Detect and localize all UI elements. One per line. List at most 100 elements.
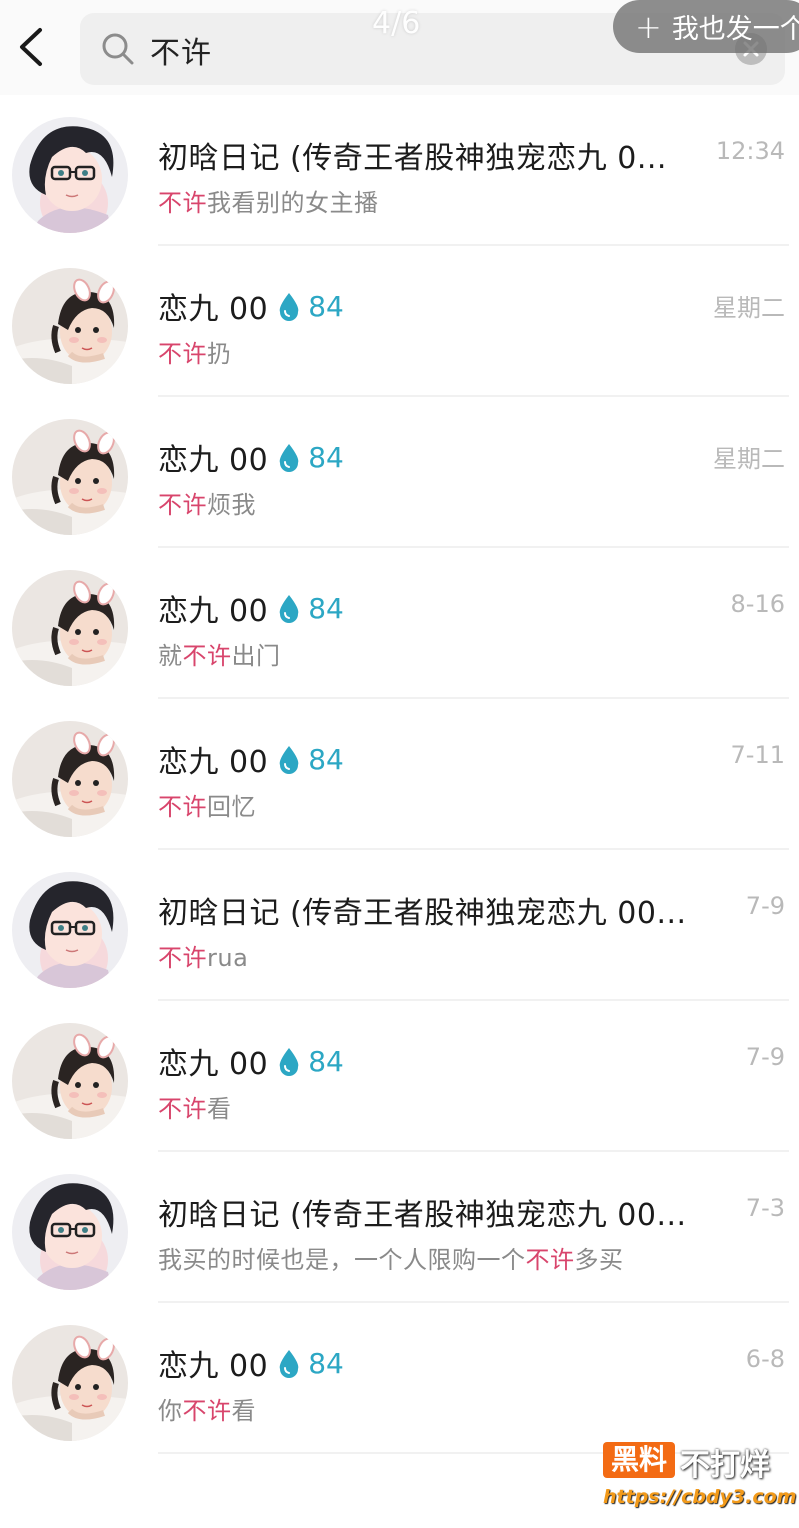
message-text-before: 你 [158, 1397, 183, 1425]
message-preview: 你不许看 [158, 1391, 256, 1426]
contact-name-row: 初晗日记 (传奇王者股神独宠恋九 00... [158, 1190, 687, 1234]
streak-count: 84 [308, 289, 344, 323]
watermark-badge: 黑料 [603, 1442, 675, 1478]
message-time: 7-3 [745, 1194, 785, 1222]
message-text-after: rua [207, 944, 249, 972]
page-counter: 4/6 [372, 6, 421, 41]
streak-count: 84 [308, 1044, 344, 1078]
message-text-before: 就 [158, 642, 183, 670]
contact-name-row: 初晗日记 (传奇王者股神独宠恋九 00... [158, 888, 687, 932]
message-text-after: 出门 [231, 642, 281, 670]
message-preview: 不许回忆 [158, 787, 256, 822]
message-preview: 不许扔 [158, 334, 232, 369]
top-bar: 不许 4/6 + 我也发一个 [0, 0, 799, 95]
message-time: 星期二 [713, 294, 785, 322]
contact-name-row: 恋九 00 84 [158, 1341, 344, 1385]
keyword-highlight: 不许 [158, 340, 207, 368]
avatar[interactable] [12, 721, 128, 837]
message-text-before: 我买的时候也是，一个人限购一个 [158, 1246, 526, 1274]
contact-name: 恋九 00 [158, 1047, 269, 1082]
message-text-after: 回忆 [207, 793, 256, 821]
streak-count: 84 [308, 1346, 344, 1380]
list-item[interactable]: 恋九 00 84 6-8 你不许看 [0, 1303, 799, 1454]
avatar[interactable] [12, 1174, 128, 1290]
list-item[interactable]: 恋九 00 84 7-11 不许回忆 [0, 699, 799, 850]
search-result-list: 初晗日记 (传奇王者股神独宠恋九 0... 12:34 不许我看别的女主播 恋九 0… [0, 95, 799, 1454]
list-item[interactable]: 恋九 00 84 星期二不许扔 [0, 246, 799, 397]
keyword-highlight: 不许 [182, 1397, 232, 1425]
avatar[interactable] [12, 1325, 128, 1441]
streak-count: 84 [308, 742, 344, 776]
contact-name: 恋九 00 [158, 745, 269, 780]
message-time: 7-9 [745, 1043, 785, 1071]
keyword-highlight: 不许 [158, 189, 207, 217]
contact-name-row: 恋九 00 84 [158, 737, 344, 781]
message-time: 星期二 [713, 445, 785, 473]
water-drop-icon [279, 595, 299, 623]
search-icon [102, 33, 134, 65]
water-drop-icon [279, 1350, 299, 1378]
water-drop-icon [279, 746, 299, 774]
avatar[interactable] [12, 268, 128, 384]
contact-name-row: 恋九 00 84 [158, 435, 344, 479]
message-text-after: 多买 [574, 1246, 624, 1274]
message-time: 8-16 [730, 590, 785, 618]
chevron-left-icon [20, 28, 42, 66]
list-item[interactable]: 恋九 00 84 7-9 不许看 [0, 1001, 799, 1152]
message-preview: 就不许出门 [158, 636, 281, 671]
post-also-button[interactable]: + 我也发一个 [613, 0, 799, 53]
contact-name-row: 恋九 00 84 [158, 284, 344, 328]
message-time: 6-8 [745, 1345, 785, 1373]
streak-count: 84 [308, 440, 344, 474]
list-item[interactable]: 恋九 00 84 星期二不许烦我 [0, 397, 799, 548]
water-drop-icon [279, 444, 299, 472]
avatar[interactable] [12, 872, 128, 988]
contact-name-row: 初晗日记 (传奇王者股神独宠恋九 0... [158, 133, 667, 177]
watermark-text: 不打烊 [680, 1448, 770, 1483]
message-preview: 不许看 [158, 1089, 232, 1124]
message-text-after: 扔 [207, 340, 232, 368]
avatar[interactable] [12, 419, 128, 535]
water-drop-icon [279, 1048, 299, 1076]
contact-name: 恋九 00 [158, 443, 269, 478]
message-text-after: 烦我 [207, 491, 256, 519]
message-text-after: 看 [231, 1397, 256, 1425]
keyword-highlight: 不许 [158, 944, 207, 972]
back-button[interactable] [12, 22, 52, 72]
keyword-highlight: 不许 [158, 491, 207, 519]
list-item[interactable]: 初晗日记 (传奇王者股神独宠恋九 00... 7-3 我买的时候也是，一个人限购一个… [0, 1152, 799, 1303]
plus-icon: + [635, 7, 662, 46]
avatar[interactable] [12, 1023, 128, 1139]
watermark-url: https://cbdy3.com [603, 1486, 797, 1508]
keyword-highlight: 不许 [182, 642, 232, 670]
message-text-after: 看 [207, 1095, 232, 1123]
contact-name-row: 恋九 00 84 [158, 1039, 344, 1083]
keyword-highlight: 不许 [158, 793, 207, 821]
contact-name: 初晗日记 (传奇王者股神独宠恋九 00... [158, 1198, 687, 1233]
water-drop-icon [279, 293, 299, 321]
search-query-text: 不许 [150, 36, 212, 71]
list-item[interactable]: 初晗日记 (传奇王者股神独宠恋九 00... 7-9 不许rua [0, 850, 799, 1001]
contact-name: 初晗日记 (传奇王者股神独宠恋九 0... [158, 141, 667, 176]
message-time: 7-11 [730, 741, 785, 769]
contact-name: 恋九 00 [158, 1349, 269, 1384]
keyword-highlight: 不许 [525, 1246, 575, 1274]
message-text-after: 我看别的女主播 [207, 189, 379, 217]
streak-count: 84 [308, 591, 344, 625]
message-preview: 不许烦我 [158, 485, 256, 520]
avatar[interactable] [12, 570, 128, 686]
post-also-label: 我也发一个 [671, 14, 799, 45]
message-time: 7-9 [745, 892, 785, 920]
message-preview: 不许rua [158, 938, 248, 973]
contact-name: 恋九 00 [158, 292, 269, 327]
avatar[interactable] [12, 117, 128, 233]
site-watermark: 黑料 不打烊 https://cbdy3.com [603, 1440, 799, 1528]
message-preview: 不许我看别的女主播 [158, 183, 379, 218]
keyword-highlight: 不许 [158, 1095, 207, 1123]
contact-name: 初晗日记 (传奇王者股神独宠恋九 00... [158, 896, 687, 931]
contact-name: 恋九 00 [158, 594, 269, 629]
message-preview: 我买的时候也是，一个人限购一个不许多买 [158, 1240, 624, 1275]
list-item[interactable]: 初晗日记 (传奇王者股神独宠恋九 0... 12:34 不许我看别的女主播 [0, 95, 799, 246]
contact-name-row: 恋九 00 84 [158, 586, 344, 630]
list-item[interactable]: 恋九 00 84 8-16 就不许出门 [0, 548, 799, 699]
